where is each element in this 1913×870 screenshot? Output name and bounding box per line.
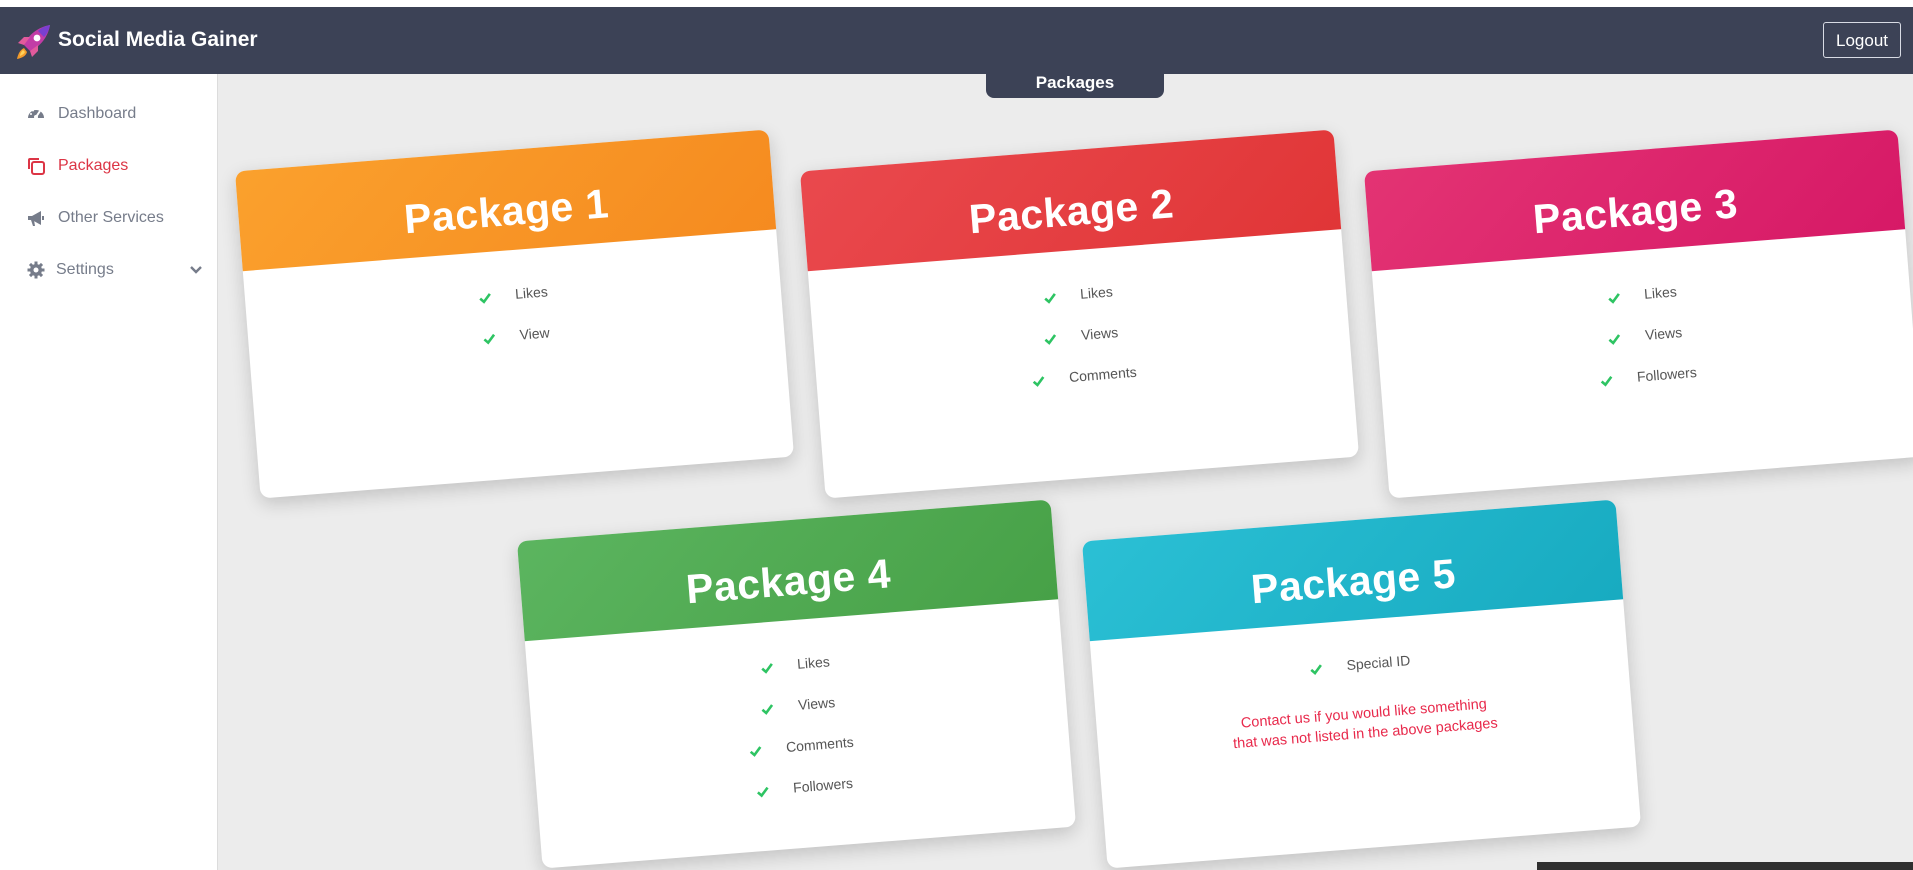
sidebar-item-dashboard[interactable]: Dashboard [0,94,217,134]
check-icon [1608,332,1622,346]
feature-label: Likes [1643,283,1678,302]
feature-label: Views [1644,324,1683,343]
gear-icon [26,260,46,280]
check-icon [749,744,763,758]
bottom-overlay-bar [1537,862,1913,870]
dashboard-icon [26,104,46,124]
package-card[interactable]: Package 4 Likes Views Comments Followers [516,499,1077,869]
package-card[interactable]: Package 2 Likes Views Comments [799,129,1360,499]
feature-label: Likes [514,283,549,302]
feature-label: Followers [1636,364,1698,385]
sidebar-item-label: Other Services [58,209,164,226]
sidebar: Dashboard Packages Other Services Settin… [0,74,218,870]
check-icon [478,291,492,305]
check-icon [756,784,770,798]
check-icon [761,702,775,716]
feature-label: Likes [1079,283,1114,302]
feature-label: Views [1080,324,1119,343]
check-icon [482,331,496,345]
feature-label: Views [797,694,836,713]
logout-button[interactable]: Logout [1823,22,1901,58]
feature-label: Comments [1068,363,1138,385]
sidebar-item-label: Packages [58,157,129,174]
rocket-logo-icon [12,21,54,63]
check-icon [1032,374,1046,388]
feature-label: Likes [796,653,831,672]
feature-label: Followers [792,774,854,796]
packages-icon [26,156,46,176]
check-icon [1607,291,1621,305]
sidebar-item-label: Dashboard [58,105,137,122]
package-card[interactable]: Package 1 Likes View [234,129,795,499]
sidebar-item-settings[interactable]: Settings [0,250,217,290]
feature-label: Comments [785,733,855,755]
check-icon [1044,332,1058,346]
page-title: Packages [1035,73,1115,92]
app-title: Social Media Gainer [58,28,258,51]
sidebar-item-label: Settings [56,261,114,278]
sidebar-item-other-services[interactable]: Other Services [0,198,217,238]
feature-label: View [518,324,551,343]
feature-item: Special ID [1093,635,1628,693]
package-card[interactable]: Package 5 Special ID Contact us if you w… [1081,499,1642,869]
package-card[interactable]: Package 3 Likes Views Followers [1363,129,1913,499]
top-navbar: Social Media Gainer Logout [0,7,1913,74]
browser-top-strip [0,0,1913,7]
check-icon [1043,291,1057,305]
sidebar-item-packages[interactable]: Packages [0,146,217,186]
check-icon [760,661,774,675]
check-icon [1600,373,1614,387]
check-icon [1309,662,1323,676]
feature-label: Special ID [1345,652,1411,674]
contact-note: Contact us if you would like something t… [1096,683,1632,765]
chevron-down-icon[interactable] [189,263,203,277]
megaphone-icon [26,208,46,228]
page-title-tab: Packages [986,73,1164,98]
